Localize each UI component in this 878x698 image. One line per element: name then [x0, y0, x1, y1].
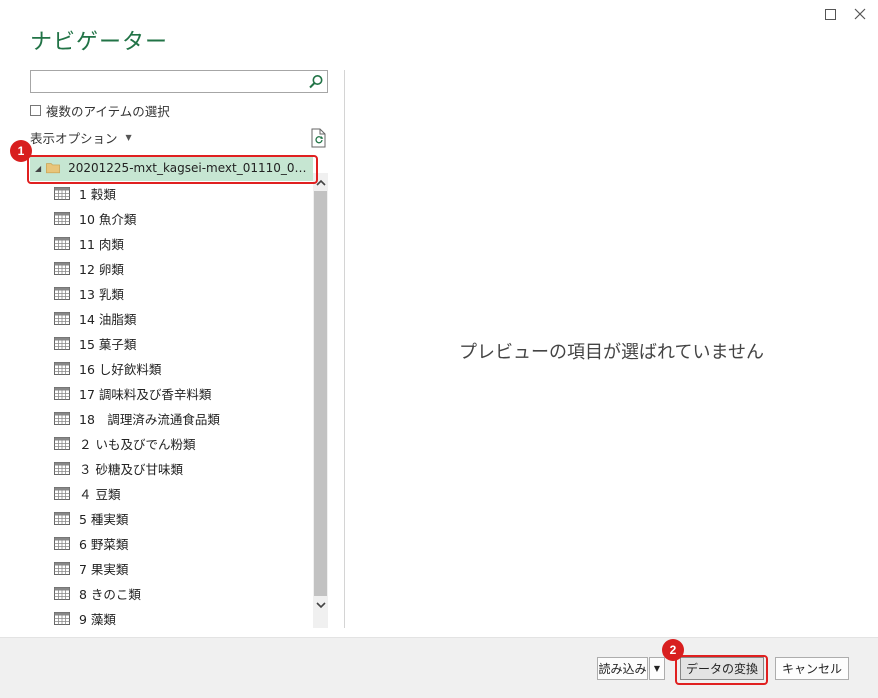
table-icon [54, 411, 70, 425]
refresh-icon[interactable] [310, 128, 328, 148]
table-icon [54, 461, 70, 475]
tree-table-item[interactable]: ３ 砂糖及び甘味類 [54, 457, 183, 479]
highlight-box-transform [675, 655, 768, 685]
table-icon [54, 611, 70, 625]
tree-table-item[interactable]: 18 調理済み流通食品類 [54, 407, 220, 429]
table-icon [54, 561, 70, 575]
scroll-down-button[interactable] [313, 596, 328, 614]
tree-item-label: 18 調理済み流通食品類 [79, 411, 220, 427]
table-icon [54, 361, 70, 375]
tree-item-label: 16 し好飲料類 [79, 361, 162, 377]
table-icon [54, 236, 70, 250]
display-options-dropdown[interactable]: 表示オプション ▼ [30, 128, 132, 147]
tree-table-item[interactable]: 12 卵類 [54, 257, 124, 279]
multi-select-label: 複数のアイテムの選択 [46, 104, 170, 119]
load-options-button[interactable]: ▼ [649, 657, 665, 680]
table-icon [54, 211, 70, 225]
highlight-box-folder [27, 155, 318, 184]
tree-table-item[interactable]: 5 種実類 [54, 507, 128, 529]
tree-scrollbar[interactable] [313, 173, 328, 628]
tree-table-item[interactable]: 15 菓子類 [54, 332, 136, 354]
tree-table-item[interactable]: 11 肉類 [54, 232, 124, 254]
tree-table-item[interactable]: 6 野菜類 [54, 532, 128, 554]
tree-item-label: ４ 豆類 [79, 486, 121, 502]
load-button[interactable]: 読み込み [597, 657, 648, 680]
tree-item-label: 9 藻類 [79, 611, 116, 627]
tree-item-label: 17 調味料及び香辛料類 [79, 386, 212, 402]
tree-table-item[interactable]: 14 油脂類 [54, 307, 136, 329]
tree-item-label: ２ いも及びでん粉類 [79, 436, 196, 452]
scroll-thumb[interactable] [314, 191, 327, 596]
table-icon [54, 261, 70, 275]
chevron-down-icon: ▼ [653, 664, 661, 673]
chevron-down-icon: ▼ [125, 133, 132, 142]
tree-item-label: 13 乳類 [79, 286, 124, 302]
tree-item-label: 12 卵類 [79, 261, 124, 277]
search-input[interactable] [30, 70, 328, 93]
tree-item-label: 1 穀類 [79, 186, 116, 202]
tree-table-item[interactable]: 1 穀類 [54, 182, 116, 204]
table-icon [54, 186, 70, 200]
search-icon[interactable] [307, 73, 325, 91]
table-icon [54, 286, 70, 300]
tree-item-label: 15 菓子類 [79, 336, 137, 352]
chevron-down-icon [315, 601, 326, 608]
tree-table-item[interactable]: 13 乳類 [54, 282, 124, 304]
table-icon [54, 336, 70, 350]
tree-item-label: 8 きのこ類 [79, 586, 141, 602]
preview-empty-message: プレビューの項目が選ばれていません [459, 342, 764, 363]
multi-select-checkbox[interactable] [30, 105, 41, 116]
step-badge-2: 2 [662, 639, 684, 661]
close-icon [854, 8, 866, 20]
navigator-tree: ◢ 20201225-mxt_kagsei-mext_01110_012.xls… [30, 155, 328, 628]
tree-item-label: 11 肉類 [79, 236, 124, 252]
tree-table-item[interactable]: ２ いも及びでん粉類 [54, 432, 195, 454]
tree-table-item[interactable]: 16 し好飲料類 [54, 357, 161, 379]
dialog-title: ナビゲーター [30, 30, 169, 55]
table-icon [54, 436, 70, 450]
table-icon [54, 486, 70, 500]
tree-item-label: 7 果実類 [79, 561, 129, 577]
step-badge-1: 1 [10, 140, 32, 162]
multi-select-option[interactable]: 複数のアイテムの選択 [30, 101, 170, 120]
table-icon [54, 311, 70, 325]
maximize-button[interactable] [820, 4, 840, 24]
cancel-button[interactable]: キャンセル [775, 657, 849, 680]
table-icon [54, 511, 70, 525]
table-icon [54, 586, 70, 600]
tree-item-label: ３ 砂糖及び甘味類 [79, 461, 183, 477]
close-button[interactable] [850, 4, 870, 24]
display-options-label: 表示オプション [30, 131, 118, 146]
tree-item-label: 14 油脂類 [79, 311, 137, 327]
table-icon [54, 386, 70, 400]
tree-table-item[interactable]: 17 調味料及び香辛料類 [54, 382, 211, 404]
tree-table-item[interactable]: ４ 豆類 [54, 482, 120, 504]
tree-item-label: 10 魚介類 [79, 211, 137, 227]
tree-table-item[interactable]: 9 藻類 [54, 607, 116, 628]
tree-table-item[interactable]: 7 果実類 [54, 557, 128, 579]
maximize-icon [824, 8, 836, 20]
tree-table-item[interactable]: 10 魚介類 [54, 207, 136, 229]
tree-item-label: 6 野菜類 [79, 536, 129, 552]
tree-item-label: 5 種実類 [79, 511, 129, 527]
tree-table-item[interactable]: 8 きのこ類 [54, 582, 141, 604]
table-icon [54, 536, 70, 550]
